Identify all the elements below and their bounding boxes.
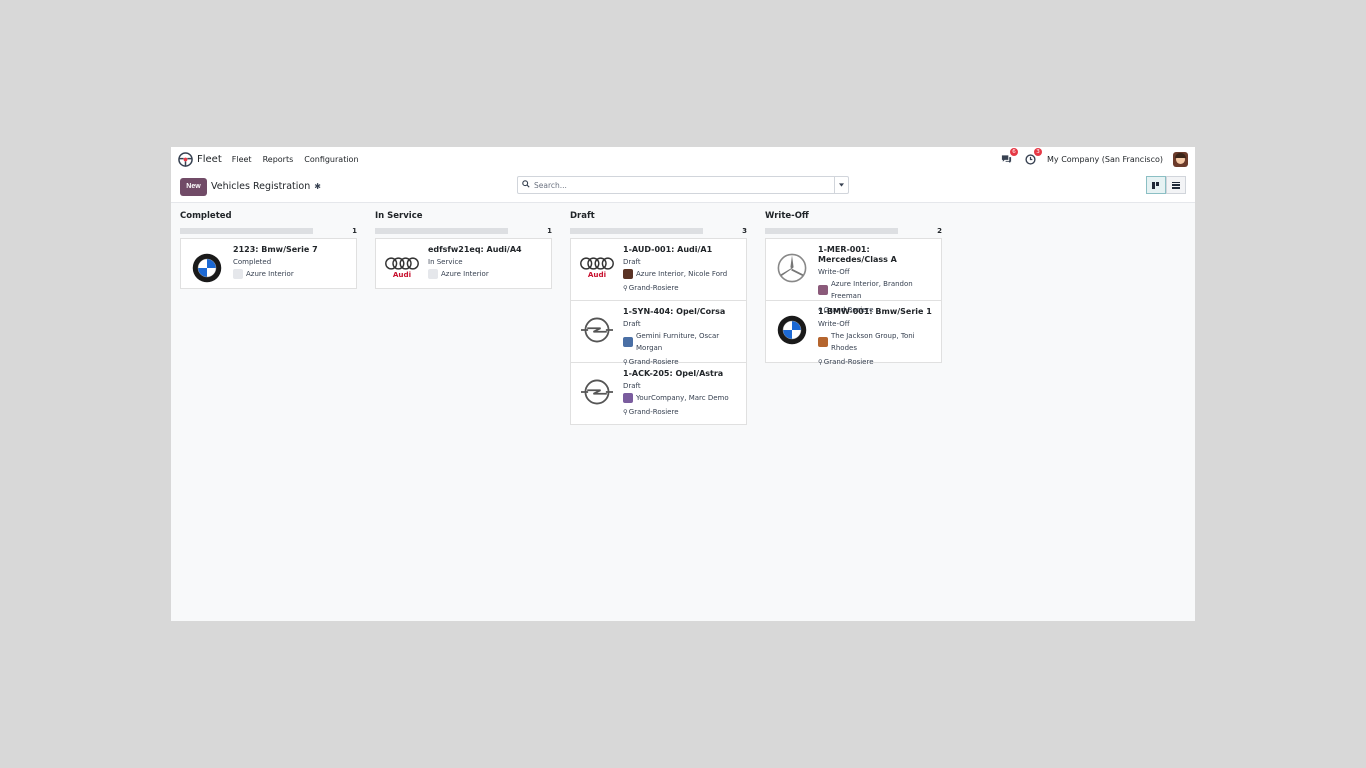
activities-button[interactable]: 3 xyxy=(1023,148,1043,166)
driver-name: Azure Interior, Nicole Ford xyxy=(636,270,728,278)
column-title[interactable]: Draft xyxy=(570,211,747,225)
vehicle-title: 1-AUD-001: Audi/A1 xyxy=(623,245,713,254)
messages-badge: 6 xyxy=(1010,148,1019,156)
bmw-logo xyxy=(773,311,810,348)
mercedes-logo xyxy=(773,249,810,286)
map-marker-icon: ⚲ xyxy=(818,358,823,366)
vehicle-title: edfsfw21eq: Audi/A4 xyxy=(428,245,522,254)
new-button[interactable]: New xyxy=(180,177,207,196)
vehicle-location: Grand-Rosiere xyxy=(628,408,679,416)
opel-logo xyxy=(578,373,615,410)
kanban-board: Completed 1 2123: Bmw/Serie 7 Completed … xyxy=(180,210,942,425)
column-count: 1 xyxy=(547,227,552,235)
progress-bar[interactable] xyxy=(180,228,313,234)
user-avatar[interactable] xyxy=(1173,151,1188,167)
column-in-service: In Service 1 Audi edfsfw21eq: Audi/A4 In… xyxy=(375,210,552,425)
app-name: Fleet xyxy=(197,153,222,165)
vehicle-card[interactable]: Audi edfsfw21eq: Audi/A4 In Service Azur… xyxy=(375,238,552,289)
fleet-app-icon xyxy=(178,151,193,167)
driver-name: Azure Interior, Brandon Freeman xyxy=(831,280,913,300)
top-navbar: Fleet Fleet Reports Configuration 6 3 My… xyxy=(171,147,1195,171)
progress-bar[interactable] xyxy=(765,228,898,234)
vehicle-state: Completed xyxy=(233,258,272,266)
menu-fleet[interactable]: Fleet xyxy=(232,155,252,164)
search-input[interactable] xyxy=(534,180,834,190)
vehicle-card[interactable]: 1-BMW-001: Bmw/Serie 1 Write-Off The Jac… xyxy=(765,300,942,366)
driver-name: Azure Interior xyxy=(441,270,489,278)
list-view-button[interactable] xyxy=(1166,176,1186,194)
progress-bar[interactable] xyxy=(570,228,703,234)
app-brand[interactable]: Fleet xyxy=(178,151,222,167)
vehicle-title: 1-SYN-404: Opel/Corsa xyxy=(623,307,726,316)
svg-text:Audi: Audi xyxy=(587,270,605,279)
kanban-icon xyxy=(1152,181,1160,189)
progress-bar[interactable] xyxy=(375,228,508,234)
column-count: 3 xyxy=(742,227,747,235)
kanban-view-button[interactable] xyxy=(1146,176,1166,194)
vehicle-title: 1-ACK-205: Opel/Astra xyxy=(623,369,724,378)
driver-avatar xyxy=(818,285,828,295)
gear-icon[interactable]: ✱ xyxy=(314,182,321,191)
driver-avatar xyxy=(623,269,633,279)
menu-reports[interactable]: Reports xyxy=(263,155,294,164)
driver-name: The Jackson Group, Toni Rhodes xyxy=(831,332,915,352)
driver-name: Gemini Furniture, Oscar Morgan xyxy=(636,332,720,352)
svg-text:Audi: Audi xyxy=(392,270,410,279)
column-title[interactable]: Completed xyxy=(180,211,357,225)
list-icon xyxy=(1172,181,1180,189)
column-title[interactable]: Write-Off xyxy=(765,211,942,225)
chat-icon xyxy=(1001,155,1011,164)
driver-name: YourCompany, Marc Demo xyxy=(636,394,729,402)
vehicle-location: Grand-Rosiere xyxy=(628,284,679,292)
map-marker-icon: ⚲ xyxy=(623,408,628,416)
column-count: 2 xyxy=(937,227,942,235)
vehicle-card[interactable]: 2123: Bmw/Serie 7 Completed Azure Interi… xyxy=(180,238,357,289)
vehicle-title: 1-BMW-001: Bmw/Serie 1 xyxy=(818,307,932,316)
column-draft: Draft 3 Audi 1-AUD-001: Audi/A1 Draft Az… xyxy=(570,210,747,425)
driver-avatar xyxy=(623,393,633,403)
audi-logo: Audi xyxy=(578,249,615,286)
company-switcher[interactable]: My Company (San Francisco) xyxy=(1047,155,1163,164)
driver-avatar xyxy=(428,269,438,279)
app-window: Fleet Fleet Reports Configuration 6 3 My… xyxy=(171,147,1195,621)
vehicle-state: Write-Off xyxy=(818,268,850,276)
vehicle-title: 2123: Bmw/Serie 7 xyxy=(233,245,318,254)
audi-logo: Audi xyxy=(383,249,420,286)
driver-avatar xyxy=(623,337,633,347)
activities-badge: 3 xyxy=(1034,148,1043,156)
vehicle-card[interactable]: Audi 1-AUD-001: Audi/A1 Draft Azure Inte… xyxy=(570,238,747,301)
vehicle-state: Draft xyxy=(623,258,641,266)
vehicle-state: Draft xyxy=(623,320,641,328)
vehicle-state: In Service xyxy=(428,258,463,266)
page-title: Vehicles Registration xyxy=(211,181,311,192)
bmw-logo xyxy=(188,249,225,286)
column-count: 1 xyxy=(352,227,357,235)
vehicle-title: 1-MER-001: Mercedes/Class A xyxy=(818,245,897,264)
vehicle-card[interactable]: 1-MER-001: Mercedes/Class A Write-Off Az… xyxy=(765,238,942,314)
caret-down-icon xyxy=(839,183,844,187)
column-title[interactable]: In Service xyxy=(375,211,552,225)
vehicle-state: Draft xyxy=(623,382,641,390)
search-options-toggle[interactable] xyxy=(834,177,848,193)
vehicle-location: Grand-Rosiere xyxy=(823,358,874,366)
map-marker-icon: ⚲ xyxy=(623,284,628,292)
clock-icon xyxy=(1024,153,1036,165)
map-marker-icon: ⚲ xyxy=(623,358,628,366)
menu-configuration[interactable]: Configuration xyxy=(304,155,358,164)
column-write-off: Write-Off 2 1-MER-001: Mercedes/Class A … xyxy=(765,210,942,425)
opel-logo xyxy=(578,311,615,348)
driver-avatar xyxy=(818,337,828,347)
messages-button[interactable]: 6 xyxy=(999,148,1019,166)
vehicle-card[interactable]: 1-ACK-205: Opel/Astra Draft YourCompany,… xyxy=(570,362,747,425)
driver-name: Azure Interior xyxy=(246,270,294,278)
search-bar xyxy=(517,176,849,194)
vehicle-card[interactable]: 1-SYN-404: Opel/Corsa Draft Gemini Furni… xyxy=(570,300,747,366)
view-switcher xyxy=(1146,176,1186,194)
search-icon xyxy=(518,180,534,190)
column-completed: Completed 1 2123: Bmw/Serie 7 Completed … xyxy=(180,210,357,425)
vehicle-state: Write-Off xyxy=(818,320,850,328)
vehicle-location: Grand-Rosiere xyxy=(628,358,679,366)
driver-avatar xyxy=(233,269,243,279)
